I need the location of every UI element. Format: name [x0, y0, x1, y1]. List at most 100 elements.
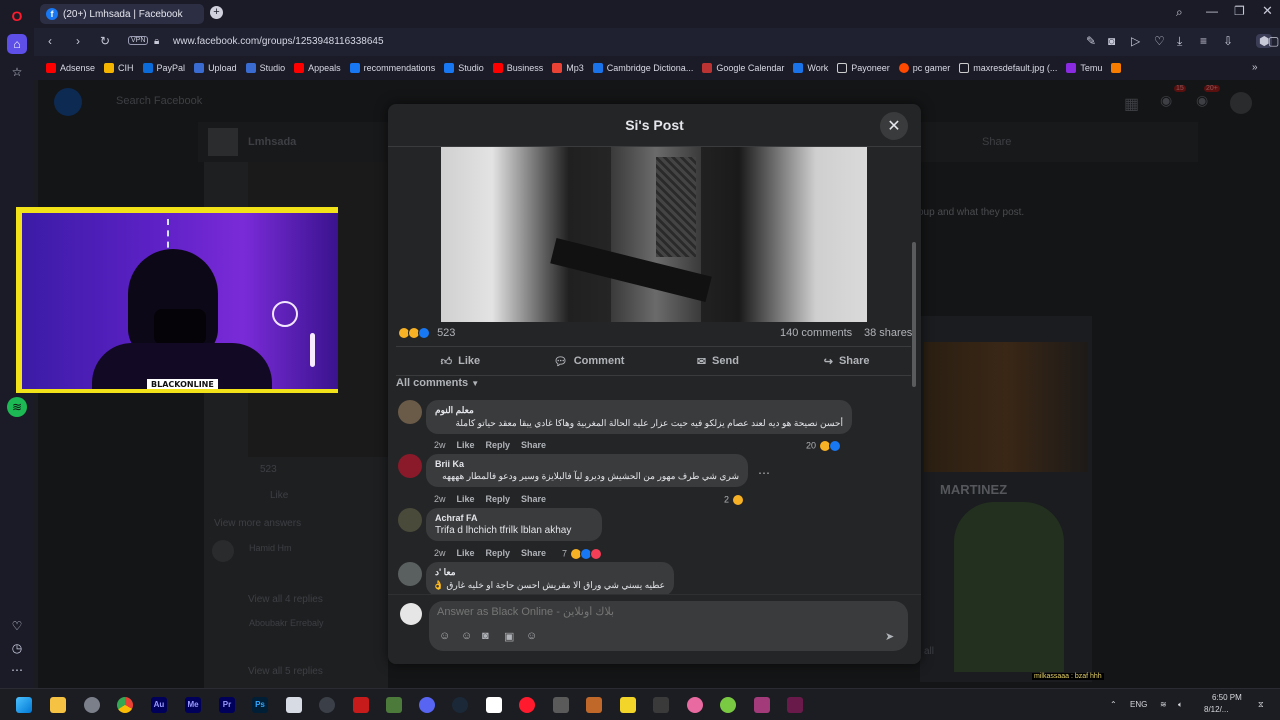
- close-window-icon[interactable]: ✕: [1262, 3, 1273, 19]
- heart-outline-icon[interactable]: ♡: [1154, 34, 1165, 48]
- sticker-icon[interactable]: ☺: [439, 630, 450, 642]
- group-share-button[interactable]: Share: [982, 136, 1011, 148]
- bookmark-folder[interactable]: Payoneer: [837, 63, 890, 73]
- messenger-icon[interactable]: ◉: [1160, 92, 1172, 109]
- comment-author[interactable]: معا 'د: [435, 567, 665, 578]
- bookmark-item[interactable]: Studio: [444, 63, 484, 73]
- bookmark-item[interactable]: [1111, 63, 1125, 73]
- see-all-link[interactable]: all: [924, 646, 934, 657]
- play-icon[interactable]: ▷: [1131, 34, 1140, 48]
- photoshop-icon[interactable]: Ps: [252, 697, 268, 713]
- app-icon[interactable]: [386, 697, 402, 713]
- send-icon[interactable]: ➤: [885, 630, 894, 643]
- comment-reactions[interactable]: 20: [806, 440, 841, 452]
- url-field[interactable]: www.facebook.com/groups/1253948116338645: [173, 36, 384, 47]
- media-encoder-icon[interactable]: Me: [185, 697, 201, 713]
- app-icon[interactable]: [787, 697, 803, 713]
- commenter-name[interactable]: Hamid Hm: [249, 543, 292, 553]
- bookmark-item[interactable]: CIH: [104, 63, 134, 73]
- group-name[interactable]: Lmhsada: [248, 136, 296, 148]
- comment-like[interactable]: Like: [457, 440, 475, 450]
- app-icon[interactable]: [754, 697, 770, 713]
- notifications-icon[interactable]: ◉: [1196, 92, 1208, 109]
- feed-reactions[interactable]: 523: [260, 464, 277, 475]
- avatar[interactable]: [398, 400, 422, 424]
- maximize-icon[interactable]: ❐: [1234, 4, 1245, 18]
- history-icon[interactable]: ◷: [7, 638, 27, 658]
- bookmark-item[interactable]: pc gamer: [898, 63, 950, 73]
- facebook-search[interactable]: Search Facebook: [116, 95, 202, 107]
- app-icon[interactable]: [653, 697, 669, 713]
- comment-options-icon[interactable]: ⋯: [758, 466, 770, 480]
- answer-input[interactable]: [437, 606, 877, 618]
- bookmark-item[interactable]: Studio: [245, 63, 285, 73]
- comment-button[interactable]: 💬︎ Comment: [525, 347, 654, 375]
- comment-author[interactable]: Achraf FA: [435, 513, 593, 523]
- edit-icon[interactable]: ✎: [1086, 34, 1096, 48]
- sidebar-toggle-icon[interactable]: ▢: [1268, 34, 1279, 48]
- comment-reply[interactable]: Reply: [486, 440, 511, 450]
- menu-icon[interactable]: ≡: [1200, 34, 1207, 48]
- heart-icon[interactable]: ♡: [7, 616, 27, 636]
- avatar[interactable]: [398, 454, 422, 478]
- apps-icon[interactable]: ▦: [1124, 94, 1139, 114]
- bookmark-item[interactable]: Mp3: [552, 63, 584, 73]
- forward-icon[interactable]: ›: [76, 34, 80, 48]
- clock-time[interactable]: 6:50 PM: [1212, 693, 1242, 702]
- new-tab-icon[interactable]: +: [210, 6, 223, 19]
- app-icon[interactable]: [620, 697, 636, 713]
- bookmark-item[interactable]: Google Calendar: [702, 63, 784, 73]
- reaction-summary[interactable]: 523: [398, 327, 455, 340]
- notion-icon[interactable]: [486, 697, 502, 713]
- notifications-tray-icon[interactable]: ⧖: [1258, 700, 1264, 710]
- search-tabs-icon[interactable]: ⌕: [1176, 5, 1183, 20]
- windows-start-icon[interactable]: [16, 697, 32, 713]
- extension-icon[interactable]: ⇩: [1223, 34, 1233, 48]
- avatar[interactable]: [398, 562, 422, 586]
- opera-logo-icon[interactable]: O: [7, 6, 27, 26]
- vpn-badge[interactable]: VPN: [128, 36, 149, 45]
- back-icon[interactable]: ‹: [48, 34, 52, 48]
- comments-count[interactable]: 140 comments: [780, 327, 852, 339]
- download-icon[interactable]: ⤓: [1177, 34, 1182, 49]
- bookmark-item[interactable]: Work: [793, 63, 828, 73]
- wifi-icon[interactable]: ≋: [1160, 700, 1167, 709]
- avatar[interactable]: [398, 508, 422, 532]
- reload-icon[interactable]: ↻: [100, 34, 110, 48]
- commenter-name[interactable]: Aboubakr Errebaly: [249, 618, 324, 628]
- view-more-answers[interactable]: View more answers: [214, 518, 301, 529]
- bookmark-item[interactable]: Appeals: [294, 63, 341, 73]
- more-icon[interactable]: ⋯: [7, 660, 27, 680]
- avatar[interactable]: [400, 603, 422, 625]
- answer-box[interactable]: ☺ ☺ ◙ ▣ ☺ ➤: [429, 601, 908, 651]
- app-icon[interactable]: [553, 697, 569, 713]
- spotify-icon[interactable]: ≋: [7, 397, 27, 417]
- app-icon[interactable]: [286, 697, 302, 713]
- home-icon[interactable]: ⌂: [7, 34, 27, 54]
- chrome-icon[interactable]: [117, 697, 133, 713]
- gif-icon[interactable]: ▣: [504, 630, 514, 643]
- bookmark-item[interactable]: Cambridge Dictiona...: [592, 63, 693, 73]
- avatar-sticker-icon[interactable]: ☺: [526, 630, 537, 642]
- share-button[interactable]: ↪ Share: [782, 347, 911, 375]
- volume-icon[interactable]: 🔈︎: [1178, 700, 1183, 710]
- app-icon[interactable]: [720, 697, 736, 713]
- group-avatar[interactable]: [208, 128, 238, 156]
- bookmark-item[interactable]: Temu: [1066, 63, 1102, 73]
- clock-date[interactable]: 8/12/...: [1204, 705, 1228, 714]
- star-icon[interactable]: ☆: [7, 62, 27, 82]
- app-icon[interactable]: [353, 697, 369, 713]
- feed-like-button[interactable]: Like: [270, 490, 288, 501]
- modal-scrollbar[interactable]: [912, 242, 916, 387]
- steam-icon[interactable]: [452, 697, 468, 713]
- like-button[interactable]: 👍︎ Like: [396, 347, 525, 375]
- send-button[interactable]: ✉ Send: [654, 347, 783, 375]
- bookmark-item[interactable]: PayPal: [142, 63, 185, 73]
- bookmark-item[interactable]: recommendations: [349, 63, 435, 73]
- camera-icon[interactable]: ◙: [482, 630, 489, 642]
- bookmark-folder[interactable]: maxresdefault.jpg (...: [959, 63, 1057, 73]
- file-explorer-icon[interactable]: [50, 697, 66, 713]
- comment-reactions[interactable]: 7: [562, 548, 602, 560]
- bookmark-item[interactable]: Adsense: [46, 63, 95, 73]
- comment-share[interactable]: Share: [521, 440, 546, 450]
